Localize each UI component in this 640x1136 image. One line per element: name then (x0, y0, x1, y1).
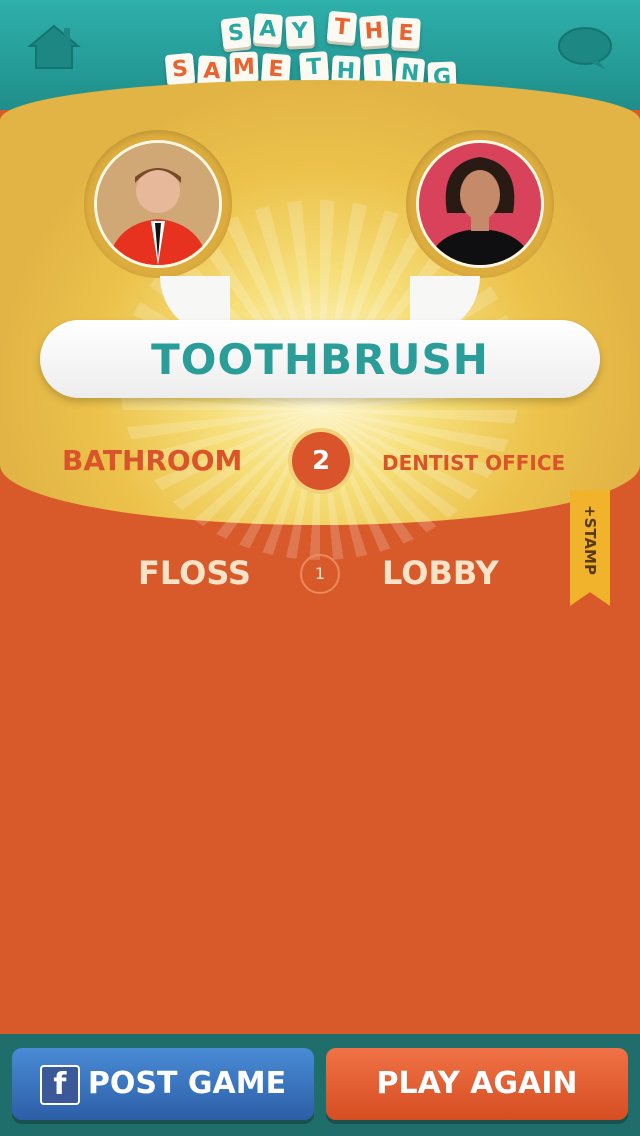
left-player-ring (84, 130, 232, 278)
previous-round-row: FLOSS 1 LOBBY (0, 550, 640, 600)
home-button[interactable] (26, 22, 82, 72)
logo-tile: T (326, 10, 358, 44)
right-player-avatar[interactable] (416, 140, 544, 268)
chat-button[interactable] (556, 24, 614, 74)
previous-round-number: 1 (300, 554, 340, 594)
round-number-badge: 2 (292, 432, 350, 490)
logo-tile: S (164, 52, 196, 86)
logo-tile: A (252, 13, 284, 45)
home-icon (27, 24, 81, 69)
bottom-bar: f POST GAME PLAY AGAIN (0, 1034, 640, 1136)
chat-bubble-icon (558, 27, 612, 70)
right-player-ring (406, 130, 554, 278)
right-player-word: DENTIST OFFICE (382, 451, 566, 475)
logo-tile: S (220, 16, 252, 50)
previous-right-word: LOBBY (382, 554, 499, 592)
previous-left-word: FLOSS (138, 554, 251, 592)
avatar-photo-woman (419, 143, 541, 265)
play-again-label: PLAY AGAIN (376, 1066, 578, 1101)
logo-tile: H (358, 15, 390, 47)
left-player-word: BATHROOM (62, 444, 243, 477)
avatar-photo-man (97, 143, 219, 265)
left-player-avatar[interactable] (94, 140, 222, 268)
facebook-icon: f (39, 1064, 80, 1105)
current-word: TOOTHBRUSH (40, 320, 600, 398)
current-round-row: BATHROOM 2 DENTIST OFFICE (0, 432, 640, 492)
post-game-label: POST GAME (87, 1066, 287, 1101)
logo-tile: Y (285, 15, 315, 47)
post-game-button[interactable]: f POST GAME (12, 1048, 314, 1120)
logo-tile: M (229, 51, 259, 83)
logo-tile: T (298, 51, 330, 83)
logo-tile: E (391, 17, 421, 49)
play-again-button[interactable]: PLAY AGAIN (326, 1048, 628, 1120)
